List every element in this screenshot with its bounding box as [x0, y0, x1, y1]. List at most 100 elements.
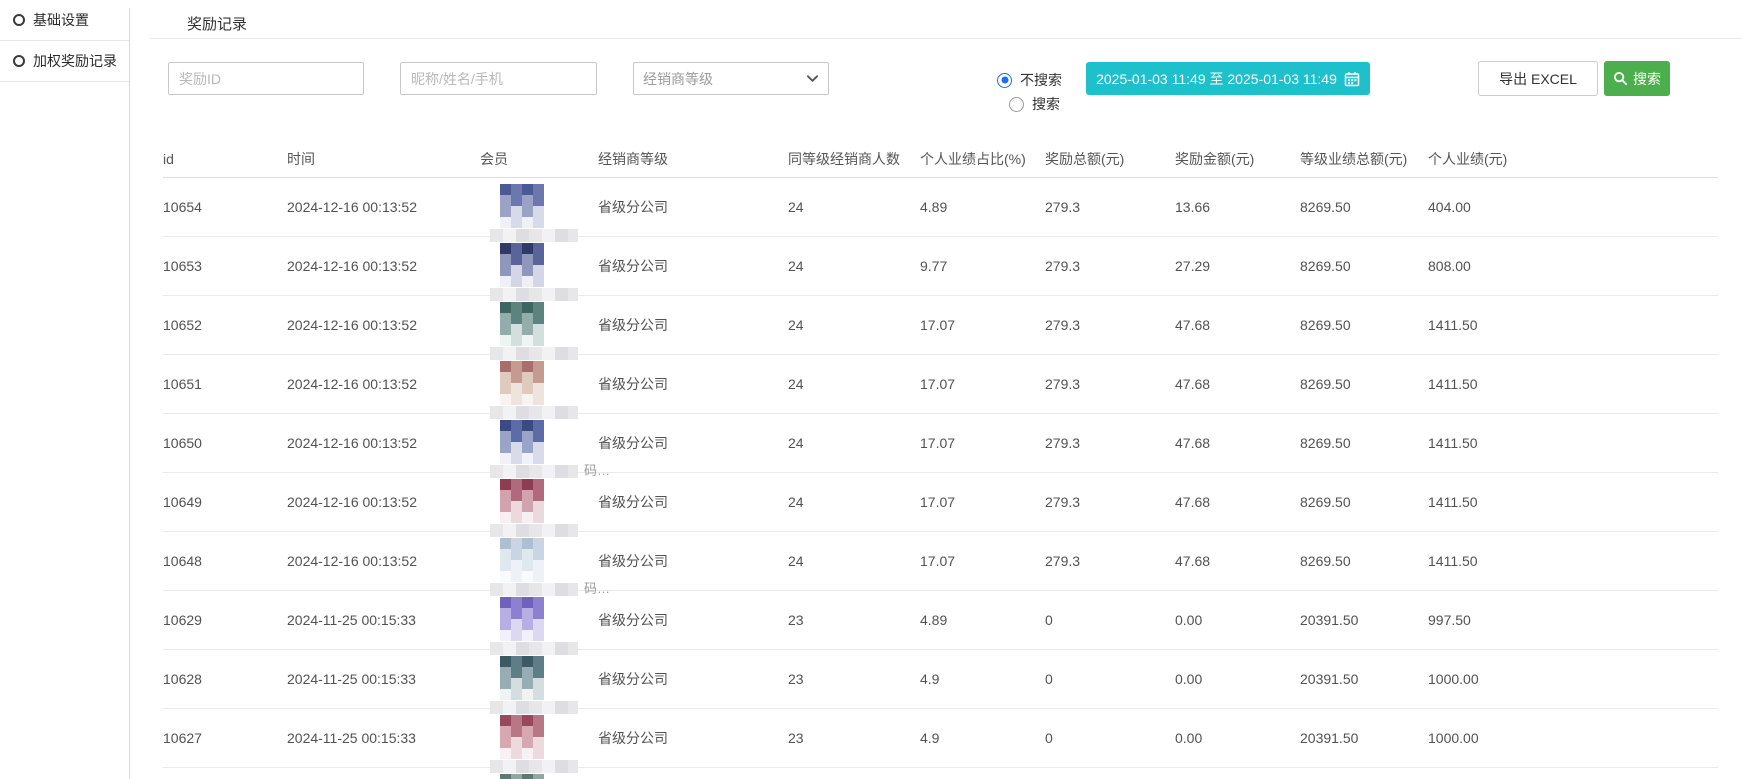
cell-reward_total: 279.3 — [1045, 532, 1175, 590]
radio-search[interactable]: 搜索 — [1009, 94, 1060, 114]
header-cell: 会员 — [480, 140, 598, 177]
cell-id: 10649 — [163, 473, 287, 531]
cell-reward_total: 0 — [1045, 709, 1175, 767]
cell-reward_amount: 27.29 — [1175, 237, 1300, 295]
cell-reward_amount: 13.66 — [1175, 178, 1300, 236]
cell-time: 2024-12-16 00:13:52 — [287, 355, 480, 413]
cell-level: 省级分公司 — [598, 532, 788, 590]
cell-reward_amount: 47.68 — [1175, 473, 1300, 531]
date-range-button[interactable]: 2025-01-03 11:49 至 2025-01-03 11:49 — [1086, 62, 1370, 95]
cell-level: 省级分公司 — [598, 178, 788, 236]
cell-peer_count: 23 — [788, 591, 920, 649]
cell-level_total: 8269.50 — [1300, 237, 1428, 295]
cell-peer_count: 24 — [788, 296, 920, 354]
cell-time: 2024-12-16 00:13:52 — [287, 473, 480, 531]
circle-icon — [13, 55, 25, 67]
cell-ratio: 17.07 — [920, 414, 1045, 472]
cell-level_total: 8269.50 — [1300, 473, 1428, 531]
cell-member — [480, 473, 598, 531]
table-row: 106522024-12-16 00:13:52省级分公司2417.07279.… — [163, 296, 1718, 355]
cell-level: 省级分公司 — [598, 237, 788, 295]
rewards-table: id时间会员经销商等级同等级经销商人数个人业绩占比(%)奖励总额(元)奖励金额(… — [163, 140, 1718, 779]
cell-reward_total: 279.3 — [1045, 178, 1175, 236]
dealer-level-select[interactable]: 经销商等级 — [633, 62, 829, 95]
cell-ratio: 17.07 — [920, 355, 1045, 413]
cell-reward_total: 279.3 — [1045, 296, 1175, 354]
cell-member: 码… — [480, 532, 598, 590]
member-avatar[interactable] — [500, 184, 544, 228]
header-cell: id — [163, 140, 287, 177]
sidebar-item-basic-settings[interactable]: 基础设置 — [0, 0, 129, 41]
cell-reward_amount: 0.00 — [1175, 591, 1300, 649]
cell-id: 10629 — [163, 591, 287, 649]
cell-time: 2024-11-25 00:15:33 — [287, 709, 480, 767]
cell-level: 省级分公司 — [598, 591, 788, 649]
cell-peer_count: 24 — [788, 473, 920, 531]
cell-personal: 404.00 — [1428, 178, 1718, 236]
cell-level — [598, 768, 788, 779]
cell-personal: 1411.50 — [1428, 414, 1718, 472]
cell-peer_count: 23 — [788, 709, 920, 767]
cell-reward_amount: 0.00 — [1175, 650, 1300, 708]
cell-level: 省级分公司 — [598, 709, 788, 767]
table-row: 106282024-11-25 00:15:33省级分公司234.900.002… — [163, 650, 1718, 709]
search-button[interactable]: 搜索 — [1604, 61, 1670, 96]
cell-time: 2024-12-16 00:13:52 — [287, 296, 480, 354]
table-row: 106482024-12-16 00:13:52码…省级分公司2417.0727… — [163, 532, 1718, 591]
cell-member: 码… — [480, 414, 598, 472]
header-cell: 经销商等级 — [598, 140, 788, 177]
cell-id: 10648 — [163, 532, 287, 590]
member-avatar[interactable] — [500, 361, 544, 405]
cell-reward_total: 279.3 — [1045, 473, 1175, 531]
cell-reward_amount — [1175, 768, 1300, 779]
cell-ratio: 4.9 — [920, 650, 1045, 708]
member-avatar[interactable] — [500, 774, 544, 779]
cell-reward_total: 279.3 — [1045, 414, 1175, 472]
chevron-down-icon — [806, 72, 819, 85]
table-row: 106272024-11-25 00:15:33省级分公司234.900.002… — [163, 709, 1718, 768]
member-avatar[interactable] — [500, 420, 544, 464]
header-cell: 奖励金额(元) — [1175, 140, 1300, 177]
member-avatar[interactable] — [500, 656, 544, 700]
cell-ratio: 4.9 — [920, 709, 1045, 767]
cell-level: 省级分公司 — [598, 355, 788, 413]
cell-personal: 1000.00 — [1428, 709, 1718, 767]
cell-ratio: 4.89 — [920, 591, 1045, 649]
radio-no-search[interactable]: 不搜索 — [997, 70, 1062, 90]
header-cell: 同等级经销商人数 — [788, 140, 920, 177]
member-avatar[interactable] — [500, 302, 544, 346]
date-range-text: 2025-01-03 11:49 至 2025-01-03 11:49 — [1096, 69, 1337, 89]
member-avatar[interactable] — [500, 479, 544, 523]
cell-id: 10650 — [163, 414, 287, 472]
cell-level_total: 8269.50 — [1300, 532, 1428, 590]
cell-peer_count: 24 — [788, 532, 920, 590]
page-title: 奖励记录 — [187, 13, 247, 34]
member-search-input[interactable] — [400, 62, 597, 95]
cell-peer_count: 23 — [788, 650, 920, 708]
cell-ratio: 4.89 — [920, 178, 1045, 236]
member-avatar[interactable] — [500, 597, 544, 641]
export-excel-button[interactable]: 导出 EXCEL — [1478, 61, 1598, 96]
sidebar-item-weighted-reward-records[interactable]: 加权奖励记录 — [0, 41, 129, 82]
cell-time: 2024-12-16 00:13:52 — [287, 178, 480, 236]
table-row: 106502024-12-16 00:13:52码…省级分公司2417.0727… — [163, 414, 1718, 473]
member-avatar[interactable] — [500, 243, 544, 287]
reward-id-input[interactable] — [168, 62, 364, 95]
cell-level_total: 20391.50 — [1300, 591, 1428, 649]
cell-personal: 808.00 — [1428, 237, 1718, 295]
cell-ratio: 17.07 — [920, 296, 1045, 354]
cell-member — [480, 591, 598, 649]
cell-personal: 997.50 — [1428, 591, 1718, 649]
search-icon — [1613, 71, 1628, 86]
sidebar-divider — [129, 8, 130, 779]
member-avatar[interactable] — [500, 715, 544, 759]
cell-reward_amount: 47.68 — [1175, 414, 1300, 472]
weighted-reward-records-page: 基础设置 加权奖励记录 奖励记录 经销商等级 不搜索 搜索 2025-01-03… — [0, 0, 1742, 779]
cell-level_total: 8269.50 — [1300, 355, 1428, 413]
cell-level_total: 8269.50 — [1300, 296, 1428, 354]
circle-icon — [13, 14, 25, 26]
cell-peer_count: 24 — [788, 355, 920, 413]
member-avatar[interactable] — [500, 538, 544, 582]
header-cell: 个人业绩占比(%) — [920, 140, 1045, 177]
cell-reward_total: 279.3 — [1045, 237, 1175, 295]
